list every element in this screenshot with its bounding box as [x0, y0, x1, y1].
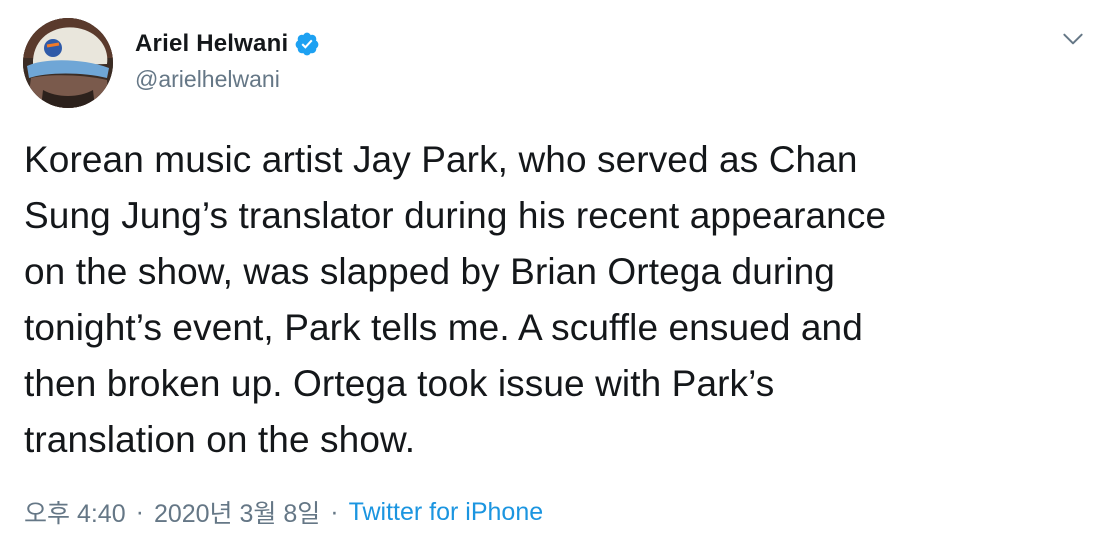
tweet-text: Korean music artist Jay Park, who served… [24, 139, 887, 460]
author-handle[interactable]: @arielhelwani [135, 66, 320, 93]
tweet-meta: 오후 4:40 · 2020년 3월 8일 · Twitter for iPho… [24, 494, 543, 530]
meta-separator: · [135, 497, 144, 526]
author-display-name[interactable]: Ariel Helwani [135, 30, 288, 58]
tweet-source-link[interactable]: Twitter for iPhone [349, 498, 544, 527]
author-name-row: Ariel Helwani [135, 28, 320, 60]
author-block: Ariel Helwani @arielhelwani [135, 28, 320, 93]
avatar-image [23, 18, 113, 108]
meta-separator: · [330, 497, 339, 526]
chevron-down-icon[interactable] [1060, 26, 1086, 52]
tweet-card: Ariel Helwani @arielhelwani Korean music… [0, 0, 1108, 551]
tweet-time[interactable]: 오후 4:40 [24, 494, 126, 530]
tweet-date[interactable]: 2020년 3월 8일 [154, 494, 320, 530]
verified-badge-icon [294, 31, 320, 57]
avatar[interactable] [23, 18, 113, 108]
